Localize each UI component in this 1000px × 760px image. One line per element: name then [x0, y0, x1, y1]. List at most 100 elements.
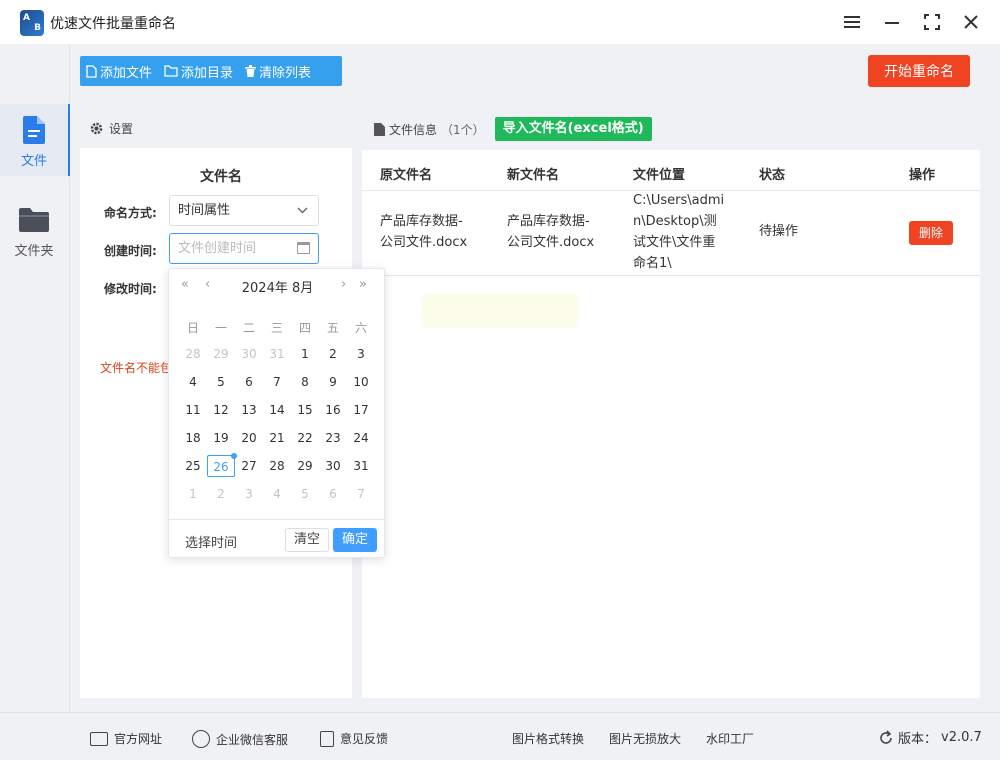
- day-cell[interactable]: 19: [207, 427, 235, 449]
- calendar-icon: [297, 242, 310, 254]
- chevron-down-icon: [297, 196, 308, 226]
- clear-list-button[interactable]: 清除列表: [239, 56, 317, 86]
- created-time-label: 创建时间:: [104, 244, 157, 258]
- clear-button[interactable]: 清空: [285, 528, 329, 552]
- day-cell[interactable]: 8: [291, 371, 319, 393]
- day-cell[interactable]: 30: [319, 455, 347, 477]
- weekday-header: 一: [214, 321, 227, 335]
- feedback-link[interactable]: 意见反馈: [320, 730, 388, 747]
- day-cell[interactable]: 9: [319, 371, 347, 393]
- weekday-header: 六: [354, 321, 367, 335]
- delete-row-button[interactable]: 删除: [909, 221, 953, 245]
- row-location: C:\Users\admi n\Desktop\测 试文件\文件重 命名1\: [633, 193, 725, 271]
- day-cell[interactable]: 29: [207, 343, 235, 365]
- day-cell[interactable]: 7: [347, 483, 375, 505]
- weekday-header: 四: [298, 321, 311, 335]
- version-info: 版本： v2.0.7: [878, 728, 982, 747]
- day-cell[interactable]: 4: [179, 371, 207, 393]
- day-cell[interactable]: 7: [263, 371, 291, 393]
- wechat-support-link[interactable]: 企业微信客服: [192, 730, 288, 748]
- official-website-link[interactable]: 官方网址: [90, 730, 162, 747]
- maximize-icon[interactable]: [920, 10, 944, 34]
- day-cell[interactable]: 6: [235, 371, 263, 393]
- close-icon[interactable]: [959, 10, 983, 34]
- import-filename-button[interactable]: 导入文件名(excel格式): [494, 117, 652, 141]
- naming-method-select[interactable]: 时间属性: [169, 195, 319, 226]
- column-header-status: 状态: [759, 168, 786, 183]
- day-cell[interactable]: 12: [207, 399, 235, 421]
- day-cell[interactable]: 21: [263, 427, 291, 449]
- day-cell[interactable]: 18: [179, 427, 207, 449]
- weekday-header: 五: [326, 321, 339, 335]
- naming-method-label: 命名方式:: [104, 206, 157, 220]
- day-cell-selected[interactable]: 26: [207, 453, 237, 477]
- next-year-icon[interactable]: »: [359, 277, 367, 292]
- column-header-new: 新文件名: [507, 168, 560, 183]
- select-time-link[interactable]: 选择时间: [185, 532, 237, 551]
- day-cell[interactable]: 10: [347, 371, 375, 393]
- day-cell[interactable]: 3: [235, 483, 263, 505]
- day-cell[interactable]: 27: [235, 455, 263, 477]
- feedback-icon: [320, 730, 334, 747]
- start-rename-button[interactable]: 开始重命名: [868, 55, 970, 87]
- day-cell[interactable]: 28: [263, 455, 291, 477]
- day-cell[interactable]: 1: [179, 483, 207, 505]
- day-cell[interactable]: 30: [235, 343, 263, 365]
- add-file-icon: [86, 64, 97, 78]
- weekday-header: 二: [242, 321, 255, 335]
- folder-outline-icon: [164, 65, 178, 77]
- day-cell[interactable]: 14: [263, 399, 291, 421]
- add-file-button[interactable]: 添加文件: [80, 56, 158, 86]
- day-cell[interactable]: 15: [291, 399, 319, 421]
- day-cell[interactable]: 25: [179, 455, 207, 477]
- date-picker: « ‹ 2024年 8月 › » 日一二三四五六 28 29 30 31 1 2 3 4 5 6 7…: [168, 268, 385, 558]
- confirm-button[interactable]: 确定: [333, 528, 377, 552]
- day-cell[interactable]: 11: [179, 399, 207, 421]
- day-cell[interactable]: 5: [291, 483, 319, 505]
- file-info-header: 文件信息 （1个） 导入文件名(excel格式): [362, 108, 980, 150]
- day-cell[interactable]: 16: [319, 399, 347, 421]
- day-cell[interactable]: 31: [347, 455, 375, 477]
- created-time-input[interactable]: 文件创建时间: [169, 233, 319, 264]
- left-nav: 文件 文件夹: [0, 44, 70, 712]
- column-header-original: 原文件名: [380, 168, 433, 183]
- image-lossless-enlarge-link[interactable]: 图片无损放大: [609, 730, 681, 747]
- nav-item-folder[interactable]: 文件夹: [0, 194, 70, 266]
- refresh-icon: [880, 729, 892, 744]
- watermark-factory-link[interactable]: 水印工厂: [706, 730, 754, 747]
- day-cell[interactable]: 31: [263, 343, 291, 365]
- day-cell[interactable]: 29: [291, 455, 319, 477]
- row-status: 待操作: [759, 224, 799, 239]
- day-cell[interactable]: 13: [235, 399, 263, 421]
- day-cell[interactable]: 23: [319, 427, 347, 449]
- next-month-icon[interactable]: ›: [341, 277, 346, 292]
- day-cell[interactable]: 4: [263, 483, 291, 505]
- footer: 官方网址 企业微信客服 意见反馈 图片格式转换 图片无损放大 水印工厂 版本： …: [0, 712, 1000, 760]
- day-cell[interactable]: 24: [347, 427, 375, 449]
- day-cell[interactable]: 1: [291, 343, 319, 365]
- add-directory-button[interactable]: 添加目录: [158, 56, 239, 86]
- modified-time-label: 修改时间:: [104, 282, 157, 296]
- day-cell[interactable]: 22: [291, 427, 319, 449]
- nav-item-file[interactable]: 文件: [0, 104, 70, 176]
- day-cell[interactable]: 20: [235, 427, 263, 449]
- day-cell[interactable]: 17: [347, 399, 375, 421]
- day-cell[interactable]: 6: [319, 483, 347, 505]
- trash-icon: [245, 64, 257, 77]
- minimize-icon[interactable]: [880, 10, 904, 34]
- picker-header: « ‹ 2024年 8月 › »: [169, 277, 386, 297]
- image-format-convert-link[interactable]: 图片格式转换: [512, 730, 584, 747]
- day-cell[interactable]: 28: [179, 343, 207, 365]
- picker-year-month: 2024年 8月: [241, 281, 314, 296]
- menu-icon[interactable]: [840, 10, 864, 34]
- day-cell[interactable]: 2: [319, 343, 347, 365]
- title-bar: A B 优速文件批量重命名: [0, 0, 1000, 44]
- day-cell[interactable]: 5: [207, 371, 235, 393]
- section-title: 文件名: [200, 169, 242, 185]
- website-icon: [90, 731, 108, 746]
- app-title: 优速文件批量重命名: [50, 16, 176, 32]
- row-divider: [362, 275, 980, 276]
- wechat-icon: [192, 730, 210, 748]
- day-cell[interactable]: 2: [207, 483, 235, 505]
- day-cell[interactable]: 3: [347, 343, 375, 365]
